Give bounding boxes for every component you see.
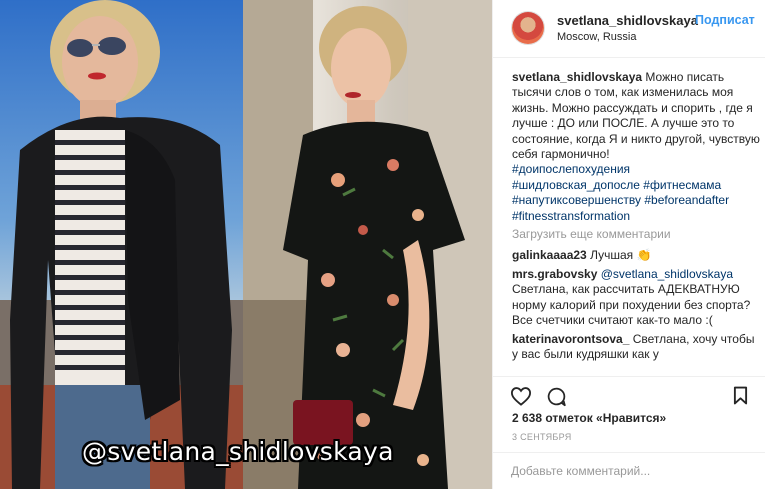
avatar[interactable] <box>512 12 544 44</box>
face <box>62 16 138 108</box>
before-photo <box>0 0 243 489</box>
comment-bubble-icon[interactable] <box>546 386 567 412</box>
load-more-comments-button[interactable]: Загрузить еще комментарии <box>512 227 762 242</box>
caption: svetlana_shidlovskaya Можно писать тысяч… <box>512 70 762 224</box>
comment-item: katerinavorontsova_ Светлана, хочу чтобы… <box>512 332 762 363</box>
likes-count[interactable]: 2 638 отметок «Нравится» <box>512 411 666 425</box>
photo-watermark: @svetlana_shidlovskaya <box>82 437 394 466</box>
hashtag-link[interactable]: #фитнесмама <box>643 178 721 192</box>
post-sidebar: svetlana_shidlovskaya Подписат Moscow, R… <box>492 0 765 489</box>
comment-text: Лучшая 👏 <box>590 248 652 263</box>
header-username[interactable]: svetlana_shidlovskaya <box>557 13 698 28</box>
comment-item: galinkaaaa23 Лучшая 👏 <box>512 248 762 263</box>
lips <box>88 72 106 80</box>
location-link[interactable]: Moscow, Russia <box>557 31 636 43</box>
hashtag-link[interactable]: #напутиксовершенству <box>512 193 641 207</box>
bookmark-icon[interactable] <box>733 386 748 410</box>
heart-icon[interactable] <box>510 386 532 411</box>
sunglasses-lens-right <box>98 37 126 55</box>
add-comment-input[interactable] <box>511 462 751 480</box>
striped-top <box>55 130 125 390</box>
post-date[interactable]: 3 СЕНТЯБРЯ <box>512 432 572 442</box>
comment-author[interactable]: katerinavorontsova_ <box>512 332 629 346</box>
before-photo-illustration <box>0 0 243 489</box>
face <box>331 28 391 108</box>
lips <box>345 92 361 98</box>
comment-author[interactable]: mrs.grabovsky <box>512 267 597 281</box>
comment-mention[interactable]: @svetlana_shidlovskaya <box>601 267 733 281</box>
sunglasses-lens-left <box>67 39 93 57</box>
hashtag-link[interactable]: #шидловская_допосле <box>512 178 640 192</box>
follow-button[interactable]: Подписат <box>695 13 755 27</box>
comment-item: mrs.grabovsky @svetlana_shidlovskaya Све… <box>512 267 762 329</box>
comments-list[interactable]: svetlana_shidlovskaya Можно писать тысяч… <box>512 70 762 375</box>
hashtag-link[interactable]: #fitnesstransformation <box>512 209 630 223</box>
add-comment-bar <box>493 452 765 490</box>
comment-text: Светлана, как рассчитать АДЕКВАТНУЮ норм… <box>512 282 751 328</box>
comment-author[interactable]: galinkaaaa23 <box>512 248 587 262</box>
hashtag-link[interactable]: #доипослепохудения <box>512 162 630 176</box>
post-photo[interactable]: @svetlana_shidlovskaya <box>0 0 492 489</box>
post-header: svetlana_shidlovskaya Подписат Moscow, R… <box>493 0 765 58</box>
hashtag-link[interactable]: #beforeandafter <box>644 193 729 207</box>
after-photo-illustration <box>243 0 492 489</box>
post-actions <box>493 376 765 414</box>
after-photo <box>243 0 492 489</box>
caption-author[interactable]: svetlana_shidlovskaya <box>512 70 642 84</box>
